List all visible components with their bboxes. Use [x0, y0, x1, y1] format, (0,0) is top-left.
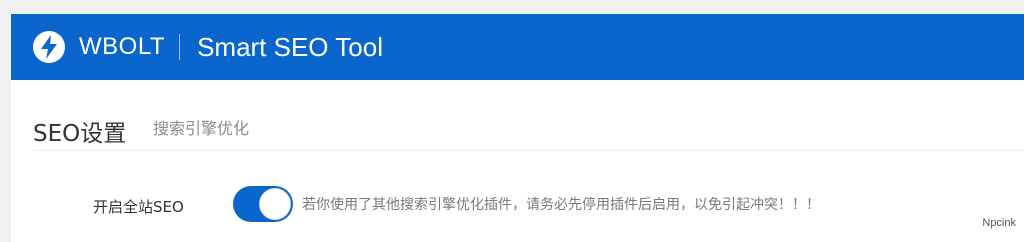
app-window: WBOLT Smart SEO Tool SEO设置 搜索引擎优化 开启全站SE…	[0, 0, 1024, 242]
brand-name: WBOLT	[79, 33, 166, 60]
settings-panel: SEO设置 搜索引擎优化 开启全站SEO 若你使用了其他搜索引擎优化插件，请务必…	[11, 80, 1024, 242]
enable-seo-label: 开启全站SEO	[93, 198, 184, 216]
top-strip	[0, 0, 1024, 14]
toggle-knob	[259, 188, 291, 220]
section-title: SEO设置	[33, 121, 127, 147]
plugin-header: WBOLT Smart SEO Tool	[11, 14, 1024, 80]
product-name: Smart SEO Tool	[197, 31, 383, 62]
watermark: Npcink	[982, 217, 1016, 229]
lightning-bolt-icon	[32, 30, 66, 64]
header-separator	[179, 34, 181, 60]
enable-seo-toggle[interactable]	[233, 186, 293, 222]
enable-seo-hint: 若你使用了其他搜索引擎优化插件，请务必先停用插件后启用，以免引起冲突！！！	[302, 197, 820, 213]
section-subtitle: 搜索引擎优化	[153, 119, 250, 138]
section-divider	[33, 150, 1024, 151]
